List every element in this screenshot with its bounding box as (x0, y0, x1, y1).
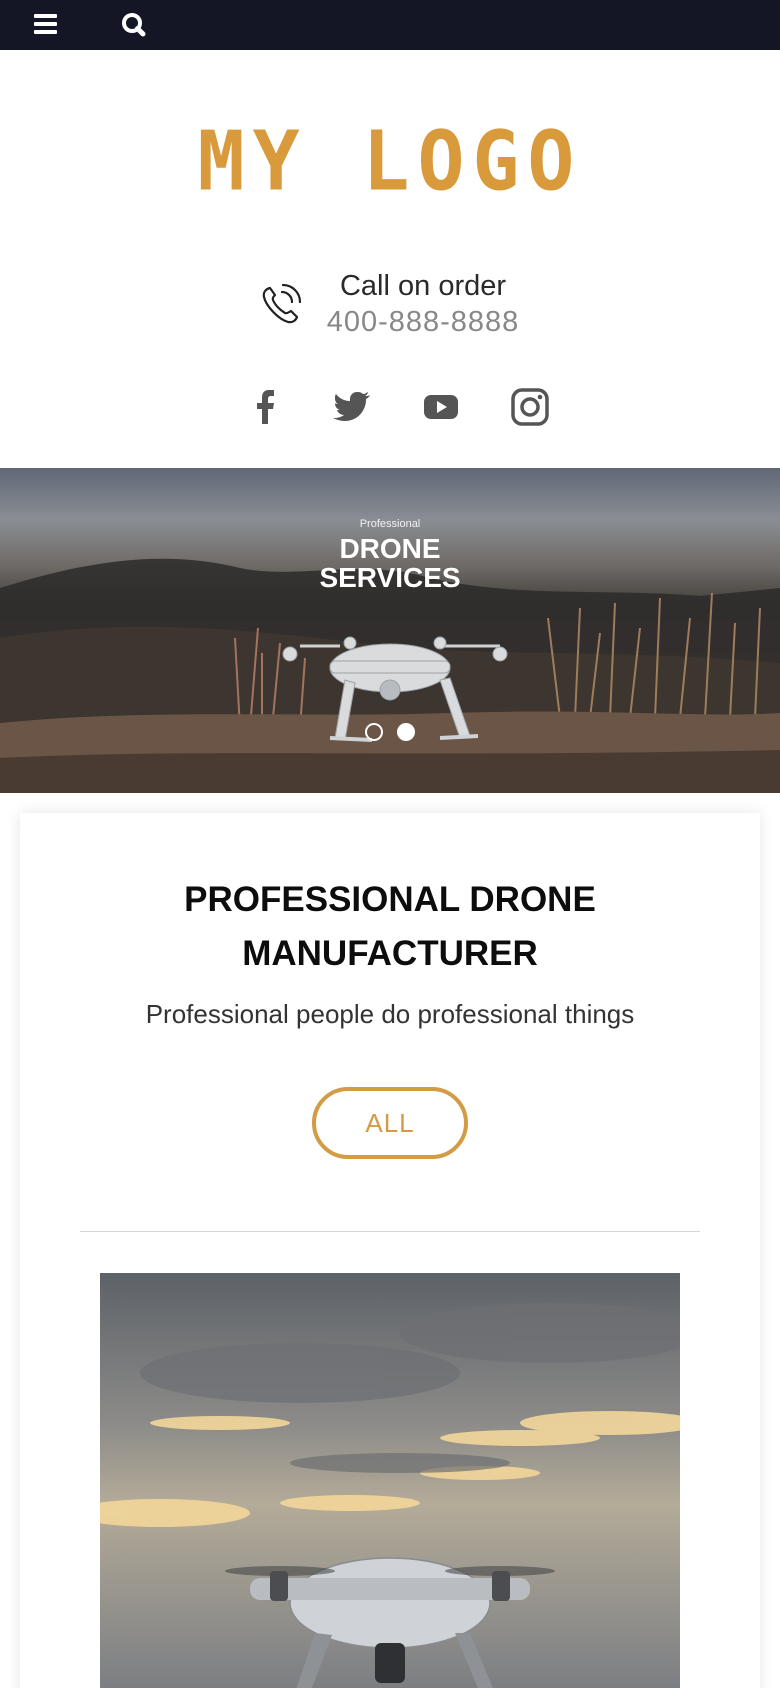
call-label: Call on order (339, 270, 507, 302)
slider-dot-active[interactable] (397, 723, 415, 741)
section-subtitle: Professional people do professional thin… (145, 999, 635, 1029)
top-navigation-bar (0, 0, 780, 50)
phone-number[interactable]: 400-888-8888 (308, 304, 538, 340)
product-image[interactable] (100, 1273, 680, 1688)
site-logo[interactable]: MY LOGO (0, 110, 780, 215)
youtube-icon[interactable] (418, 384, 464, 430)
menu-line (34, 22, 57, 26)
instagram-icon[interactable] (507, 384, 553, 430)
call-on-order: Call on order 400-888-8888 (258, 268, 558, 344)
menu-line (34, 30, 57, 34)
hamburger-menu-icon[interactable] (28, 12, 62, 38)
phone-icon (258, 282, 304, 328)
slider-dot[interactable] (365, 723, 383, 741)
twitter-icon[interactable] (330, 384, 376, 430)
hero-banner[interactable]: Professional DRONE SERVICES (0, 468, 780, 793)
all-button[interactable]: ALL (312, 1087, 468, 1159)
hero-drone-photo (0, 558, 780, 793)
divider (80, 1231, 700, 1232)
hero-title: DRONE SERVICES (0, 534, 780, 592)
section-title-line: PROFESSIONAL DRONE (184, 880, 596, 919)
hero-title-line: SERVICES (319, 562, 461, 593)
search-icon[interactable] (118, 10, 152, 40)
drone-sky-photo (100, 1273, 680, 1688)
hero-kicker: Professional (359, 518, 421, 530)
section-title: PROFESSIONAL DRONE MANUFACTURER (20, 873, 760, 981)
hero-title-line: DRONE (339, 533, 441, 564)
facebook-icon[interactable] (242, 384, 288, 430)
menu-line (34, 14, 57, 18)
section-title-line: MANUFACTURER (242, 934, 538, 973)
intro-card: PROFESSIONAL DRONE MANUFACTURER Professi… (20, 813, 760, 1688)
